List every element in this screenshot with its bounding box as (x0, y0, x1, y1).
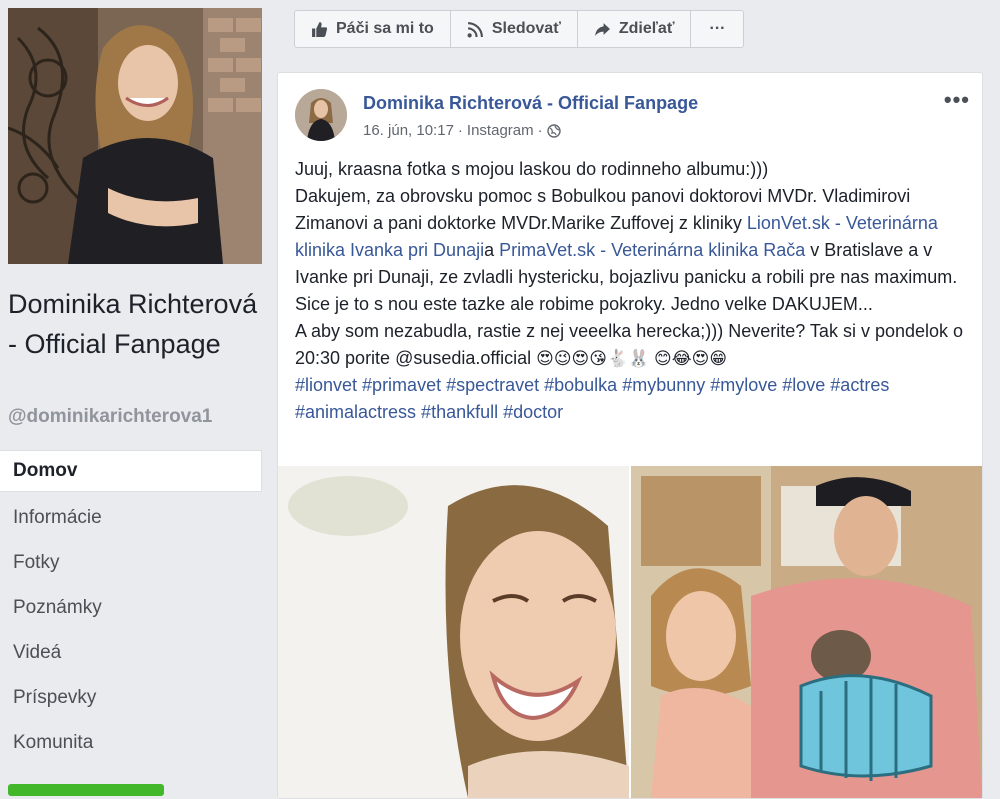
page-handle[interactable]: @dominikarichterova1 (8, 406, 212, 428)
share-button[interactable]: Zdieľať (578, 11, 692, 47)
post-card: Dominika Richterová - Official Fanpage 1… (277, 72, 983, 799)
meta-separator-2: · (537, 122, 543, 139)
post-text-segment: a (484, 240, 500, 260)
globe-icon[interactable] (546, 123, 561, 138)
share-arrow-icon (594, 22, 610, 36)
primavet-link[interactable]: PrimaVet.sk - Veterinárna klinika Rača (499, 240, 805, 260)
nav-item-informacie[interactable]: Informácie (0, 497, 262, 542)
page-nav: Domov Informácie Fotky Poznámky Videá Pr… (0, 450, 262, 767)
page-title: Dominika Richterová - Official Fanpage (8, 289, 258, 359)
post-photos (278, 466, 982, 798)
share-label: Zdieľať (618, 20, 675, 37)
post-paragraph-1: Juuj, kraasna fotka s mojou laskou do ro… (295, 159, 769, 179)
post-photo-1[interactable] (278, 466, 629, 798)
post-author-link[interactable]: Dominika Richterová - Official Fanpage (363, 93, 698, 114)
bunny-scene-image (631, 466, 982, 798)
meta-separator: · (457, 122, 463, 139)
post-photo-2[interactable] (631, 466, 982, 798)
post-meta: 16. jún, 10:17 · Instagram · (363, 122, 561, 139)
smiling-portrait-image (278, 466, 629, 798)
nav-item-komunita[interactable]: Komunita (0, 722, 262, 767)
post-timestamp[interactable]: 16. jún, 10:17 (363, 122, 454, 139)
nav-item-fotky[interactable]: Fotky (0, 542, 262, 587)
post-body: Juuj, kraasna fotka s mojou laskou do ro… (295, 156, 975, 426)
page-action-bar: Páči sa mi to Sledovať Zdieľať ··· (294, 10, 745, 48)
nav-item-prispevky[interactable]: Príspevky (0, 677, 262, 722)
follow-label: Sledovať (491, 20, 561, 37)
avatar-image (295, 89, 347, 141)
nav-item-domov[interactable]: Domov (0, 450, 262, 492)
like-button[interactable]: Páči sa mi to (295, 11, 451, 47)
nav-item-videa[interactable]: Videá (0, 632, 262, 677)
thumbs-up-icon (312, 21, 328, 37)
more-options-button[interactable]: ··· (691, 11, 743, 47)
nav-item-poznamky[interactable]: Poznámky (0, 587, 262, 632)
hashtag-links[interactable]: #lionvet #primavet #spectravet #bobulka … (295, 372, 975, 426)
like-label: Páči sa mi to (336, 20, 434, 37)
profile-photo[interactable] (8, 8, 262, 264)
left-column: Dominika Richterová - Official Fanpage @… (0, 0, 275, 796)
author-avatar[interactable] (295, 89, 347, 141)
follow-button[interactable]: Sledovať (451, 11, 578, 47)
primary-action-button[interactable] (8, 784, 164, 796)
post-options-icon[interactable]: ••• (944, 87, 970, 113)
ellipsis-icon: ··· (709, 20, 726, 37)
post-paragraph-2: Dakujem, za obrovsku pomoc s Bobulkou pa… (295, 183, 975, 318)
profile-photo-image (8, 8, 262, 264)
rss-icon (467, 21, 483, 37)
post-paragraph-3: A aby som nezabudla, rastie z nej veeelk… (295, 318, 975, 372)
post-source[interactable]: Instagram (467, 122, 534, 139)
emoji-row: 😍😉😍😘🐇🐰 😊😂😍😁 (536, 349, 728, 368)
